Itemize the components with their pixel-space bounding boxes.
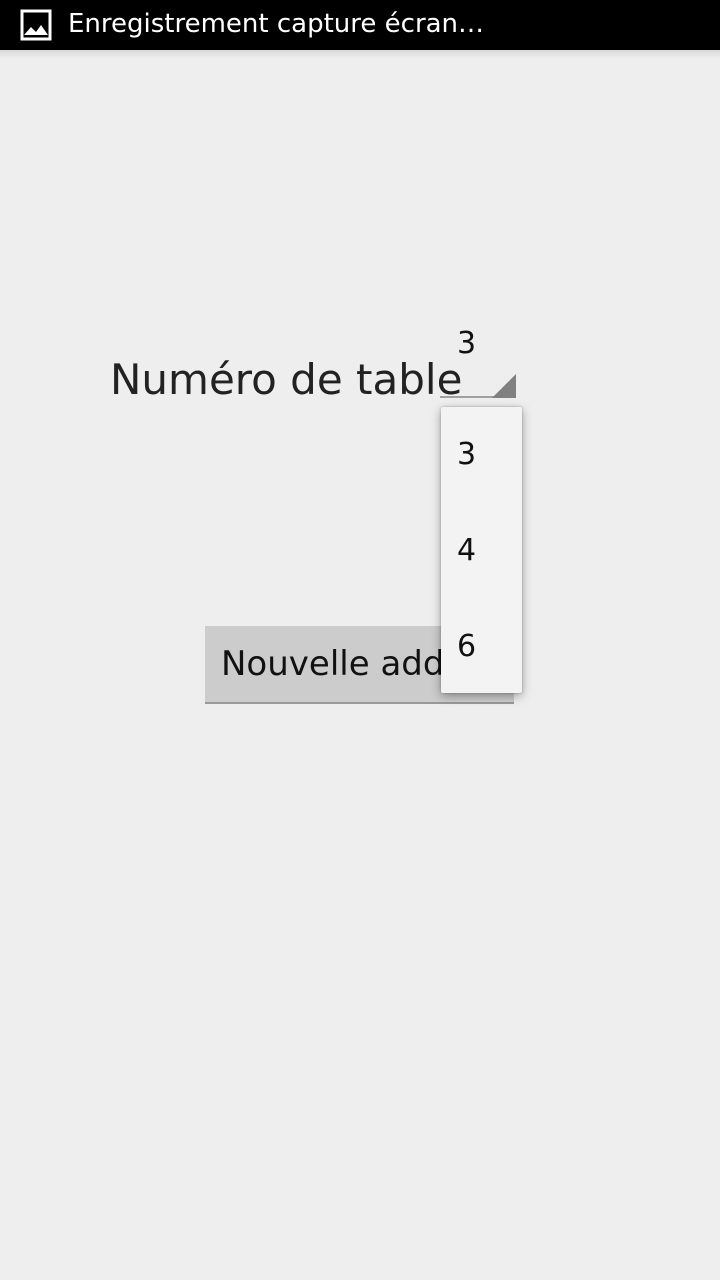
status-bar-shadow — [0, 50, 720, 58]
dropdown-option-label: 4 — [457, 533, 477, 568]
dropdown-option-4[interactable]: 4 — [441, 503, 522, 599]
dropdown-option-label: 3 — [457, 437, 477, 472]
status-notification-text: Enregistrement capture écran… — [68, 9, 485, 39]
spinner-dropdown: 3 4 6 — [441, 407, 522, 693]
table-number-spinner[interactable]: 3 — [440, 322, 516, 400]
spinner-selected-value: 3 — [457, 326, 477, 361]
table-number-label: Numéro de table — [110, 355, 463, 404]
dropdown-option-3[interactable]: 3 — [441, 407, 522, 503]
dropdown-option-6[interactable]: 6 — [441, 599, 522, 695]
spinner-arrow-icon — [492, 374, 516, 398]
dropdown-option-label: 6 — [457, 629, 477, 664]
image-icon — [20, 9, 52, 41]
status-bar: Enregistrement capture écran… — [0, 0, 720, 50]
